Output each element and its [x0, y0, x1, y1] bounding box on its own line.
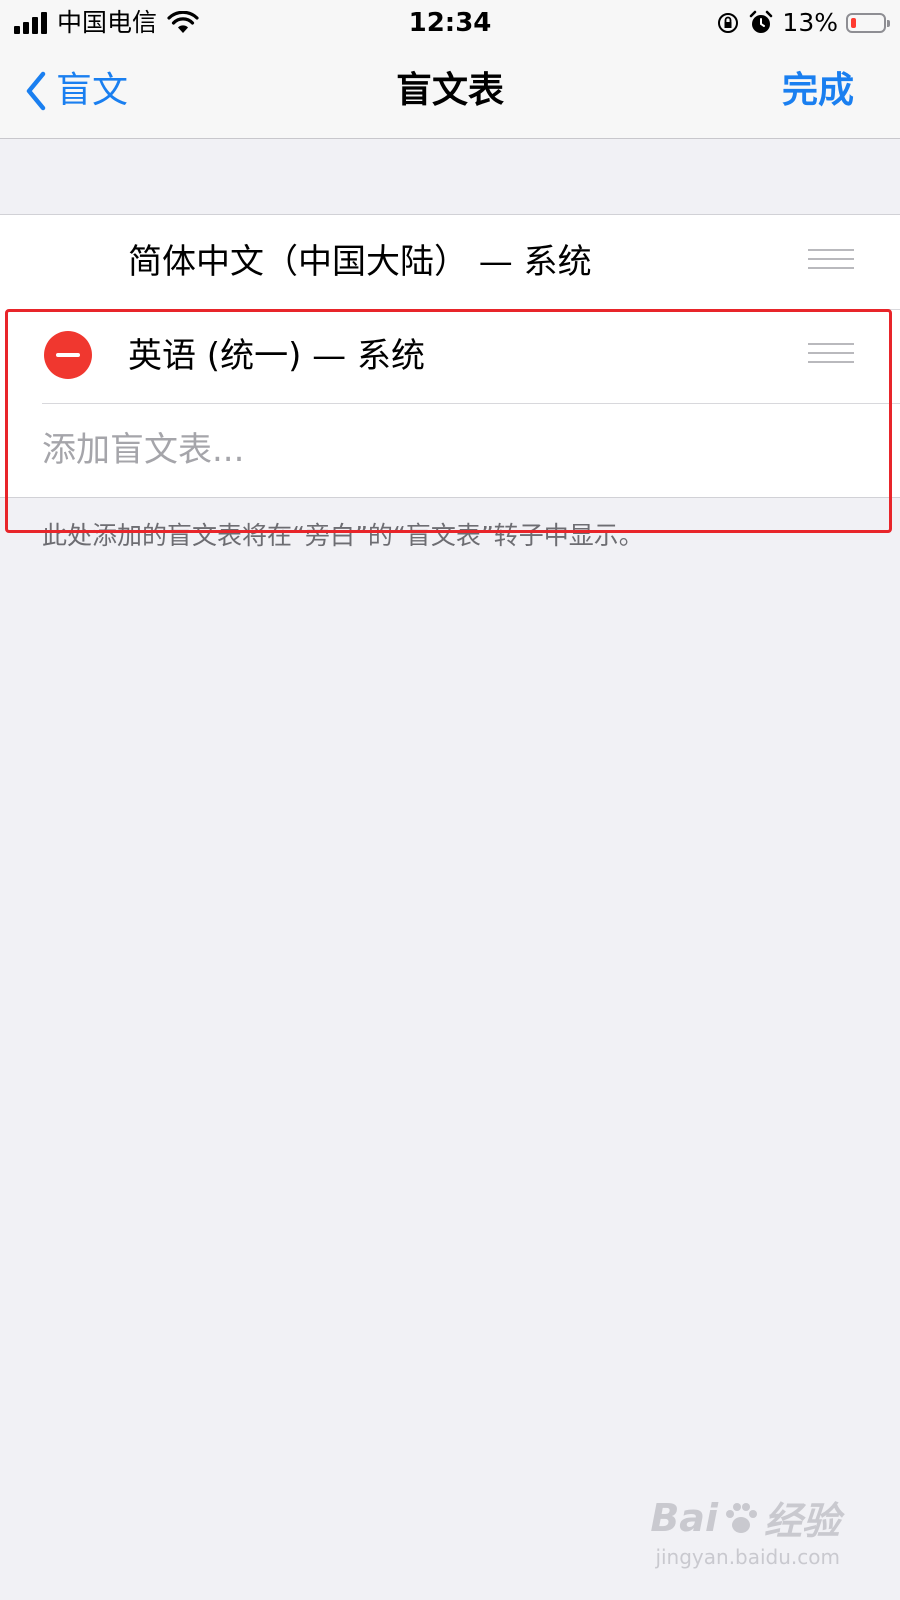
watermark: Bai 经验 jingyan.baidu.com: [650, 1490, 840, 1570]
reorder-handle-icon[interactable]: [808, 343, 854, 367]
rotation-lock-icon: [718, 13, 739, 33]
page-title: 盲文表: [395, 70, 504, 111]
list-item-label: 简体中文（中国大陆） — 系统: [128, 242, 592, 282]
braille-table-list: 简体中文（中国大陆） — 系统 英语 (统一) — 系统 添加盲文表...: [0, 214, 900, 498]
reorder-handle-icon[interactable]: [808, 249, 854, 273]
delete-button[interactable]: [44, 331, 92, 379]
done-button[interactable]: 完成: [782, 68, 854, 114]
watermark-logo-text-2: 经验: [763, 1499, 840, 1543]
battery-icon: [846, 13, 890, 33]
alarm-icon: [750, 10, 773, 33]
watermark-url: jingyan.baidu.com: [655, 1545, 840, 1569]
navigation-bar: 盲文 盲文表 完成: [0, 46, 900, 139]
add-braille-table-label: 添加盲文表...: [42, 430, 245, 470]
list-item-label: 英语 (统一) — 系统: [128, 336, 425, 376]
watermark-logo: Bai 经验: [650, 1490, 840, 1545]
battery-percent: 13%: [782, 8, 838, 37]
watermark-logo-text: Bai: [650, 1495, 718, 1540]
status-right: 13%: [716, 8, 890, 38]
list-item: 英语 (统一) — 系统: [0, 309, 900, 403]
footer-note: 此处添加的盲文表将在“旁白”的“盲文表”转子中显示。: [42, 521, 644, 550]
paw-icon: [725, 1502, 757, 1533]
list-item: 简体中文（中国大陆） — 系统: [0, 215, 900, 309]
add-braille-table-row[interactable]: 添加盲文表...: [0, 403, 900, 497]
status-bar: 中国电信 12:34 13%: [0, 0, 900, 46]
